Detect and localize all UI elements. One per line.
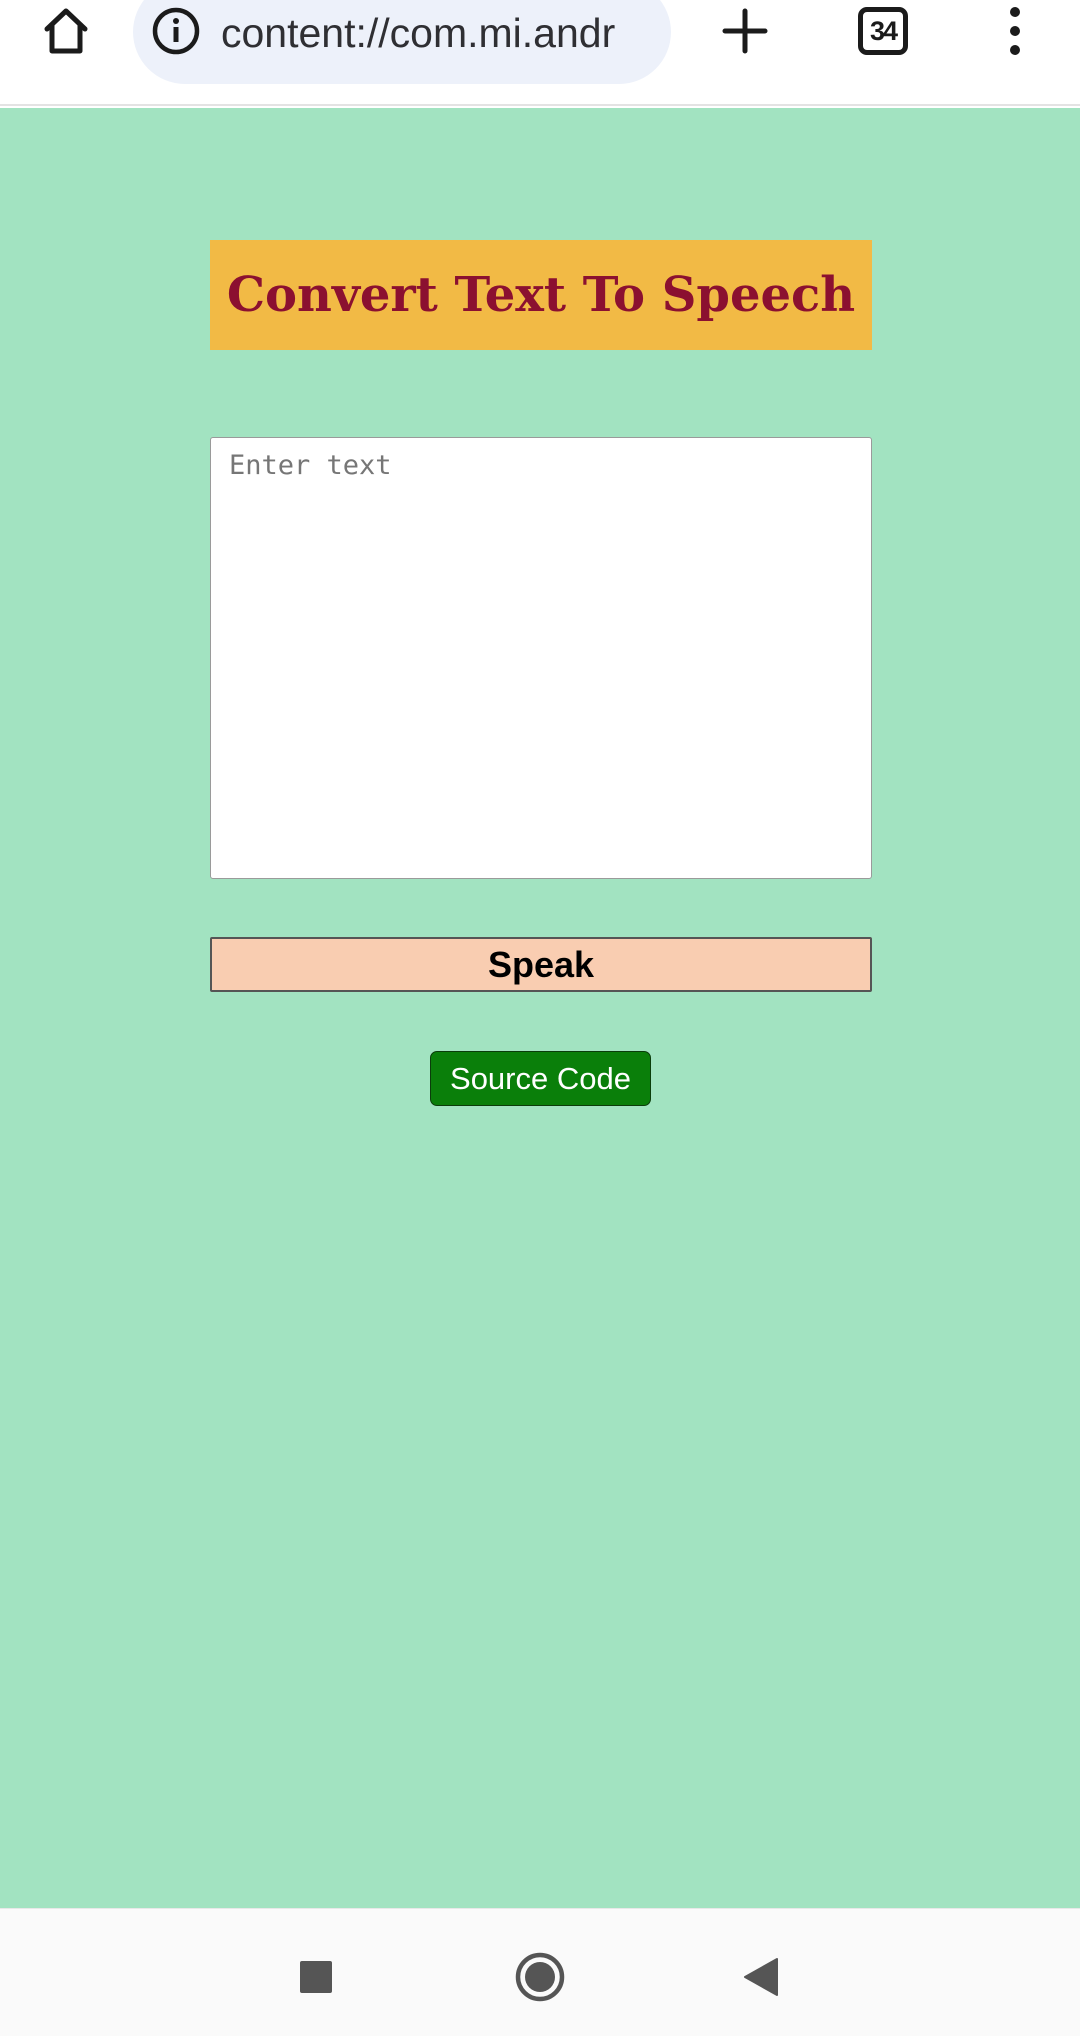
plus-icon [722,8,768,54]
circle-home-icon [515,1952,565,2002]
browser-home-button[interactable] [32,0,100,62]
speak-button[interactable]: Speak [210,937,872,992]
home-icon [44,8,88,54]
square-recents-icon [300,1961,332,1993]
triangle-back-icon [744,1958,778,1996]
text-input[interactable] [210,437,872,879]
page-content: Convert Text To Speech Speak Source Code [0,108,1080,1908]
info-icon [152,7,200,55]
more-vert-icon [1010,7,1020,55]
tab-switcher-button[interactable]: 34 [846,0,920,62]
source-code-button[interactable]: Source Code [430,1051,651,1106]
address-bar[interactable]: content://com.mi.andr [133,0,671,84]
system-home-button[interactable] [510,1947,570,2007]
tab-count: 34 [858,7,908,55]
address-url: content://com.mi.andr [221,10,616,56]
page-title-banner: Convert Text To Speech [210,240,872,350]
system-back-button[interactable] [736,1949,786,2005]
system-nav-bar [0,1908,1080,2036]
browser-menu-button[interactable] [990,0,1040,62]
site-info-button[interactable] [151,6,201,56]
page-title: Convert Text To Speech [226,267,856,323]
browser-toolbar: content://com.mi.andr 34 [0,0,1080,106]
new-tab-button[interactable] [712,0,778,62]
recents-button[interactable] [290,1951,342,2003]
